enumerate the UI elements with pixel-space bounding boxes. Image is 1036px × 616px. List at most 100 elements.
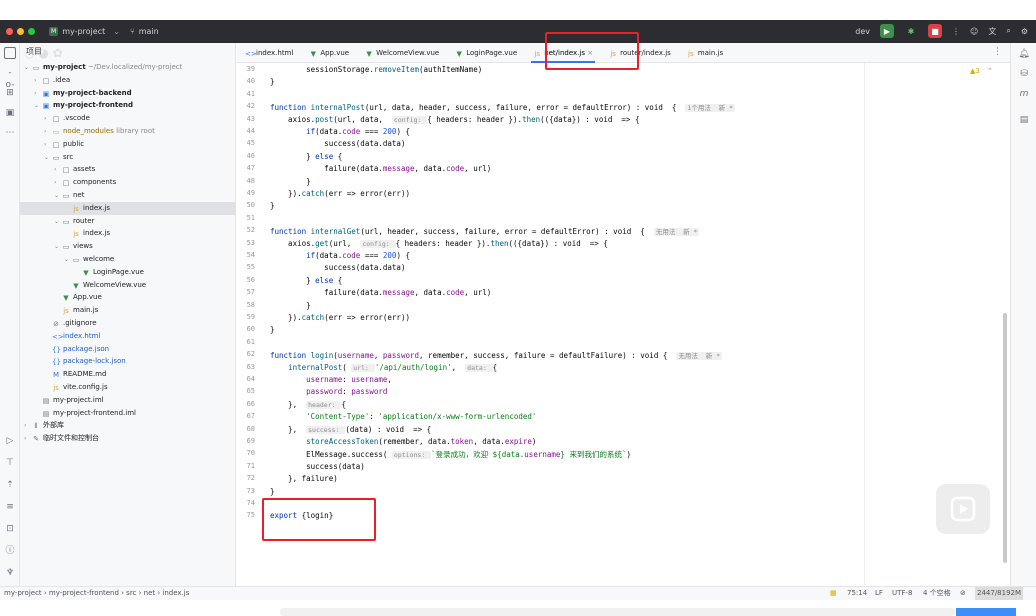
tree-item[interactable]: › □ .idea: [20, 74, 236, 87]
cursor-position[interactable]: 75:14: [847, 587, 867, 600]
expand-arrow-icon[interactable]: ›: [54, 163, 62, 176]
bookmarks-icon[interactable]: ▣: [4, 107, 16, 119]
tree-item[interactable]: js index.js: [20, 227, 236, 240]
tree-item[interactable]: ⌄ ▣ my-project-frontend: [20, 99, 236, 112]
tree-item[interactable]: ⊘ .gitignore: [20, 317, 236, 330]
expand-arrow-icon[interactable]: ⌄: [34, 99, 42, 112]
commit-icon[interactable]: -o-: [4, 67, 16, 90]
tree-item[interactable]: ⌄ ▭ views: [20, 240, 236, 253]
expand-arrow-icon[interactable]: ›: [44, 112, 52, 125]
expand-arrow-icon[interactable]: ›: [34, 74, 42, 87]
project-tool-icon[interactable]: [4, 47, 16, 59]
line-separator[interactable]: LF: [875, 587, 883, 600]
structure-icon[interactable]: ⊞: [4, 87, 16, 99]
expand-arrow-icon[interactable]: ›: [54, 176, 62, 189]
expand-arrow-icon[interactable]: ›: [44, 125, 52, 138]
search-icon[interactable]: ⌕: [1006, 26, 1010, 36]
editor-scrollbar[interactable]: [1003, 313, 1007, 563]
tree-item[interactable]: ⌄ ▭ welcome: [20, 253, 236, 266]
ai-assistant-icon[interactable]: ▤: [1018, 115, 1030, 127]
code-line: }: [270, 77, 275, 87]
expand-arrow-icon[interactable]: ›: [24, 432, 32, 445]
expand-arrow-icon[interactable]: ›: [34, 87, 42, 100]
tree-item[interactable]: ⌄ ▭ src: [20, 151, 236, 164]
branch-switcher[interactable]: main: [139, 27, 159, 36]
minimize-window-button[interactable]: [17, 28, 24, 35]
settings-icon[interactable]: ⚙: [1021, 27, 1028, 36]
debug-icon[interactable]: ✱: [904, 24, 918, 38]
folder-open-icon: ▭: [32, 64, 40, 72]
editor-tab[interactable]: ▼ WelcomeView.vue: [357, 43, 447, 63]
tree-item[interactable]: js vite.config.js: [20, 381, 236, 394]
stop-icon[interactable]: ■: [928, 24, 942, 38]
tree-item[interactable]: › ⫴ 外部库: [20, 419, 236, 432]
more-tools-icon[interactable]: ⋯: [4, 127, 16, 139]
translate-icon[interactable]: 文: [988, 26, 996, 37]
run-config-selector[interactable]: dev: [855, 27, 870, 36]
problems-icon[interactable]: ≡: [4, 501, 16, 513]
tree-item[interactable]: ⌄ ▭ net: [20, 189, 236, 202]
tree-item[interactable]: ⌄ ▭ my-project ~/Dev.localized/my-project: [20, 61, 236, 74]
tree-item-label: WelcomeView.vue: [83, 280, 147, 289]
memory-indicator[interactable]: 2447/8192M: [975, 587, 1024, 600]
close-window-button[interactable]: [6, 28, 13, 35]
editor-tab[interactable]: ▼ App.vue: [301, 43, 357, 63]
tree-item[interactable]: M README.md: [20, 368, 236, 381]
expand-arrow-icon[interactable]: ⌄: [64, 253, 72, 266]
tree-item[interactable]: › □ assets: [20, 163, 236, 176]
tree-item[interactable]: › □ components: [20, 176, 236, 189]
tree-item[interactable]: › ▭ node_modules library root: [20, 125, 236, 138]
code-line: }, header: {: [270, 399, 346, 409]
problems-circle-icon[interactable]: ⓘ: [4, 545, 16, 557]
tree-item[interactable]: {} package.json: [20, 343, 236, 356]
tree-item[interactable]: › □ .vscode: [20, 112, 236, 125]
tree-item[interactable]: ▤ my-project.iml: [20, 394, 236, 407]
editor-tab[interactable]: js main.js: [679, 43, 731, 63]
run-icon[interactable]: ▶: [880, 24, 894, 38]
warnings-expand-icon[interactable]: ⌃: [987, 67, 993, 75]
expand-arrow-icon[interactable]: ⌄: [44, 151, 52, 164]
database-icon[interactable]: ⛁: [1018, 69, 1030, 81]
tree-item[interactable]: ▼ WelcomeView.vue: [20, 279, 236, 292]
tree-item[interactable]: js main.js: [20, 304, 236, 317]
tree-item[interactable]: › □ public: [20, 138, 236, 151]
expand-arrow-icon[interactable]: ⌄: [54, 189, 62, 202]
tree-item[interactable]: ▼ App.vue: [20, 291, 236, 304]
code-line: }: [270, 201, 275, 211]
more-actions-icon[interactable]: ⋮: [952, 27, 960, 36]
services-icon[interactable]: ⊤: [4, 457, 16, 469]
tree-item[interactable]: ⌄ ▭ router: [20, 215, 236, 228]
video-play-button[interactable]: [936, 484, 990, 534]
editor-tab[interactable]: ▼ LoginPage.vue: [447, 43, 525, 63]
maximize-window-button[interactable]: [28, 28, 35, 35]
maven-icon[interactable]: m: [1018, 89, 1030, 101]
account-icon[interactable]: ☺: [970, 27, 978, 36]
file-encoding[interactable]: UTF-8: [892, 587, 912, 600]
expand-arrow-icon[interactable]: ›: [44, 138, 52, 151]
vcs-icon[interactable]: ⇡: [4, 479, 16, 491]
line-number: 45: [246, 139, 255, 148]
indent-setting[interactable]: 4 个空格: [923, 587, 951, 600]
tree-item[interactable]: <>index.html: [20, 330, 236, 343]
git-icon[interactable]: ♆: [4, 567, 16, 579]
notifications-icon[interactable]: 🔔︎: [1018, 49, 1030, 61]
expand-arrow-icon[interactable]: ⌄: [54, 215, 62, 228]
tree-item[interactable]: ▼ LoginPage.vue: [20, 266, 236, 279]
expand-arrow-icon[interactable]: ⌄: [54, 240, 62, 253]
run-tool-icon[interactable]: ▷: [4, 435, 16, 447]
tree-item[interactable]: ▤ my-project-frontend.iml: [20, 407, 236, 420]
project-switcher[interactable]: my-project: [62, 27, 105, 36]
editor-tab[interactable]: <>index.html: [237, 43, 301, 63]
expand-arrow-icon[interactable]: ⌄: [24, 61, 32, 74]
tree-item[interactable]: {} package-lock.json: [20, 355, 236, 368]
expand-arrow-icon[interactable]: ›: [24, 419, 32, 432]
json-icon: {}: [52, 358, 61, 367]
tree-item[interactable]: › ▣ my-project-backend: [20, 87, 236, 100]
lock-icon[interactable]: ⊘: [960, 587, 966, 600]
terminal-icon[interactable]: ⊡: [4, 523, 16, 535]
warnings-indicator[interactable]: ▲3: [970, 67, 980, 75]
tree-item[interactable]: js index.js: [20, 201, 236, 215]
tree-item[interactable]: › ✎ 临时文件和控制台: [20, 432, 236, 445]
line-number: 67: [246, 412, 255, 421]
tab-options-icon[interactable]: ⋮: [993, 47, 1002, 57]
